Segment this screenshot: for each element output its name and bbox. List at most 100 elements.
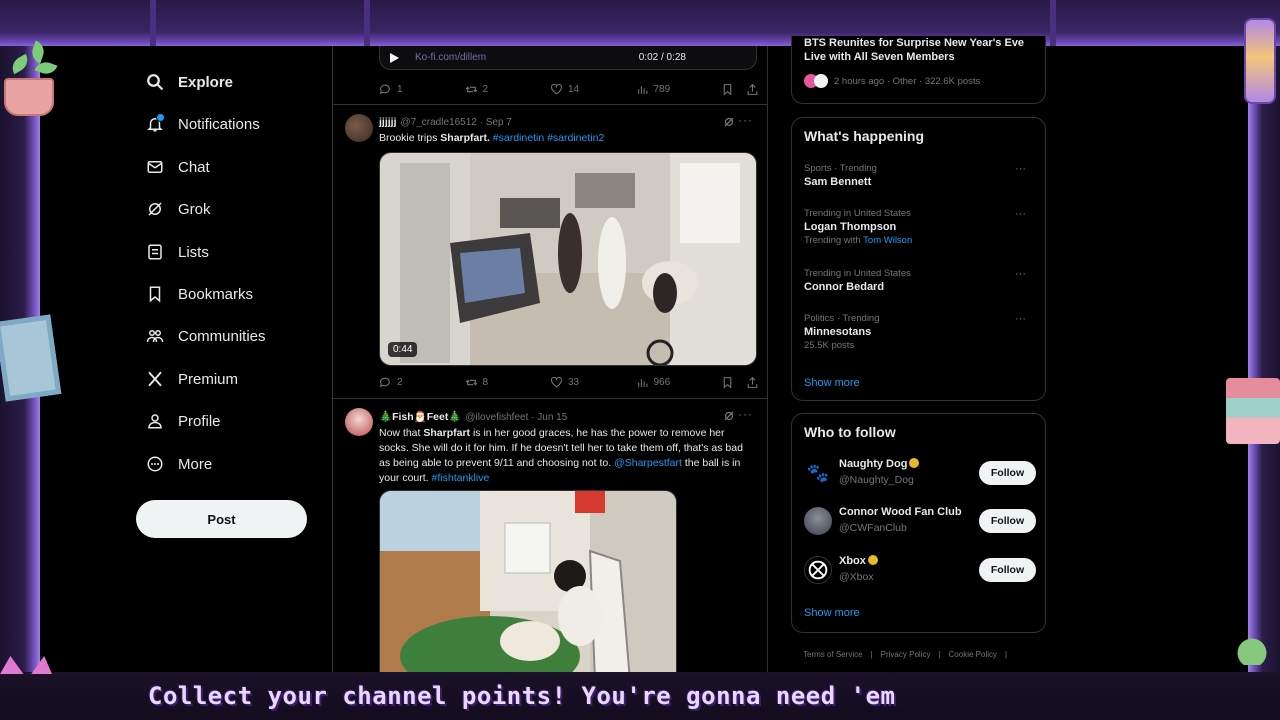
video-thumbnail: [380, 153, 756, 365]
bookmark-icon[interactable]: [721, 376, 734, 389]
hashtag-link[interactable]: #sardinetin #sardinetin2: [490, 132, 605, 144]
footer-link-cookies[interactable]: Cookie Policy: [949, 650, 997, 659]
author-handle[interactable]: @7_cradle16512: [401, 117, 477, 128]
nav-item-profile[interactable]: Profile: [146, 403, 221, 439]
follow-button[interactable]: Follow: [979, 461, 1036, 485]
nav-item-communities[interactable]: Communities: [146, 318, 266, 354]
whats-happening-card: What's happening Sports · Trending Sam B…: [791, 117, 1046, 401]
show-more-link[interactable]: Show more: [804, 607, 860, 619]
bookmark-icon[interactable]: [721, 83, 734, 96]
repost-button[interactable]: 2: [465, 83, 551, 96]
footer-link-privacy[interactable]: Privacy Policy: [881, 650, 931, 659]
heart-icon: [551, 376, 562, 387]
avatar[interactable]: [345, 114, 373, 142]
list-icon: [148, 244, 162, 260]
tweet-image[interactable]: [379, 490, 677, 672]
follow-suggestion[interactable]: Xbox @Xbox Follow: [804, 554, 1036, 588]
author-handle[interactable]: @ilovefishfeet: [465, 412, 528, 423]
tweet-date[interactable]: · Sep 7: [480, 117, 512, 128]
views-button[interactable]: 789: [636, 83, 722, 96]
more-options-icon[interactable]: ···: [738, 113, 753, 127]
trend-sub: Trending with Tom Wilson: [804, 235, 1034, 246]
trend-meta: Politics · Trending: [804, 313, 880, 324]
repost-button[interactable]: 8: [465, 376, 551, 389]
more-options-icon[interactable]: ···: [1015, 208, 1026, 220]
books-decoration: [1226, 378, 1280, 444]
footer-link-terms[interactable]: Terms of Service: [803, 650, 863, 659]
news-meta: 2 hours ago · Other · 322.6K posts: [804, 74, 980, 88]
verified-badge-icon: [867, 555, 878, 565]
news-title[interactable]: BTS Reunites for Surprise New Year's Eve…: [804, 36, 1036, 64]
hashtag-link[interactable]: #fishtanklive: [432, 472, 490, 484]
trend-name: Minnesotans: [804, 326, 872, 338]
repost-count: 2: [482, 83, 489, 95]
nav-item-notifications[interactable]: Notifications: [146, 106, 260, 142]
xbox-logo-icon: [804, 556, 832, 584]
grok-icon[interactable]: [723, 410, 735, 422]
trend-meta: Sports · Trending: [804, 163, 877, 174]
follow-suggestion[interactable]: 🐾 Naughty Dog @Naughty_Dog Follow: [804, 457, 1036, 491]
trend-item[interactable]: Sports · Trending Sam Bennett ···: [804, 163, 1034, 188]
nav-item-lists[interactable]: Lists: [146, 234, 209, 270]
account-name: Naughty Dog: [839, 458, 920, 470]
reply-button[interactable]: 1: [379, 83, 465, 96]
more-options-icon[interactable]: ···: [1015, 313, 1026, 325]
mention-link[interactable]: @Sharpestfart: [614, 457, 682, 469]
tweet-text-part: Brookie trips: [379, 132, 441, 144]
avatar[interactable]: [345, 408, 373, 436]
nav-label: Chat: [178, 158, 210, 176]
follow-suggestion[interactable]: Connor Wood Fan Club @CWFanClub Follow: [804, 505, 1036, 539]
more-options-icon[interactable]: ···: [738, 407, 753, 421]
grok-icon: [148, 202, 162, 216]
show-more-link[interactable]: Show more: [804, 377, 860, 389]
like-count: 14: [568, 83, 580, 95]
trend-sub-link[interactable]: Tom Wilson: [863, 235, 912, 246]
trend-meta: Trending in United States: [804, 268, 911, 279]
tweet-text: Now that Sharpfart is in her good graces…: [379, 426, 749, 486]
grok-icon[interactable]: [723, 116, 735, 128]
account-name-text: Naughty Dog: [839, 458, 908, 470]
tweet-bold-name: Sharpfart: [423, 427, 471, 439]
tweet-video[interactable]: 0:44: [379, 152, 757, 366]
trend-item[interactable]: Politics · Trending Minnesotans 25.5K po…: [804, 313, 1034, 351]
top-news-card[interactable]: BTS Reunites for Surprise New Year's Eve…: [791, 36, 1046, 104]
follow-button[interactable]: Follow: [979, 509, 1036, 533]
trend-item[interactable]: Trending in United States Logan Thompson…: [804, 208, 1034, 246]
footer-separator: |: [938, 650, 941, 659]
play-icon[interactable]: [390, 52, 399, 63]
reply-button[interactable]: 2: [379, 376, 465, 389]
nav-item-chat[interactable]: Chat: [146, 149, 210, 185]
analytics-icon: [637, 85, 647, 94]
like-button[interactable]: 14: [550, 83, 636, 96]
share-icon[interactable]: [746, 83, 759, 96]
more-options-icon[interactable]: ···: [1015, 163, 1026, 175]
trend-item[interactable]: Trending in United States Connor Bedard …: [804, 268, 1034, 293]
account-name-text: Xbox: [839, 555, 866, 567]
avatar: [804, 507, 832, 535]
nav-item-grok[interactable]: Grok: [146, 191, 211, 227]
views-button[interactable]: 966: [636, 376, 722, 389]
share-icon[interactable]: [746, 376, 759, 389]
author-name[interactable]: jjjjjj: [379, 116, 397, 128]
more-options-icon[interactable]: ···: [1015, 268, 1026, 280]
nav-item-bookmarks[interactable]: Bookmarks: [146, 276, 253, 312]
more-circle-icon: [147, 456, 163, 472]
nav-item-more[interactable]: More: [146, 446, 212, 482]
video-player-controls[interactable]: Ko-fi.com/dillem 0:02 / 0:28: [379, 46, 757, 70]
author-name[interactable]: 🎄Fish🎅Feet🎄: [379, 411, 461, 423]
verified-badge-icon: [909, 458, 920, 468]
reply-count: 2: [397, 376, 403, 388]
like-button[interactable]: 33: [550, 376, 636, 389]
nav-item-premium[interactable]: Premium: [146, 361, 238, 397]
person-icon: [148, 414, 162, 429]
timeline-feed[interactable]: Ko-fi.com/dillem 0:02 / 0:28 1 2 14 789 …: [332, 46, 768, 672]
tweet-date[interactable]: · Jun 15: [531, 412, 567, 423]
bookmark-icon: [149, 286, 161, 303]
analytics-icon: [637, 378, 647, 387]
nav-item-explore[interactable]: Explore: [146, 64, 233, 100]
overlay-stripe: [150, 0, 156, 46]
follow-button[interactable]: Follow: [979, 558, 1036, 582]
search-icon: [147, 74, 164, 91]
who-to-follow-card: Who to follow 🐾 Naughty Dog @Naughty_Dog…: [791, 413, 1046, 633]
post-button[interactable]: Post: [136, 500, 307, 538]
